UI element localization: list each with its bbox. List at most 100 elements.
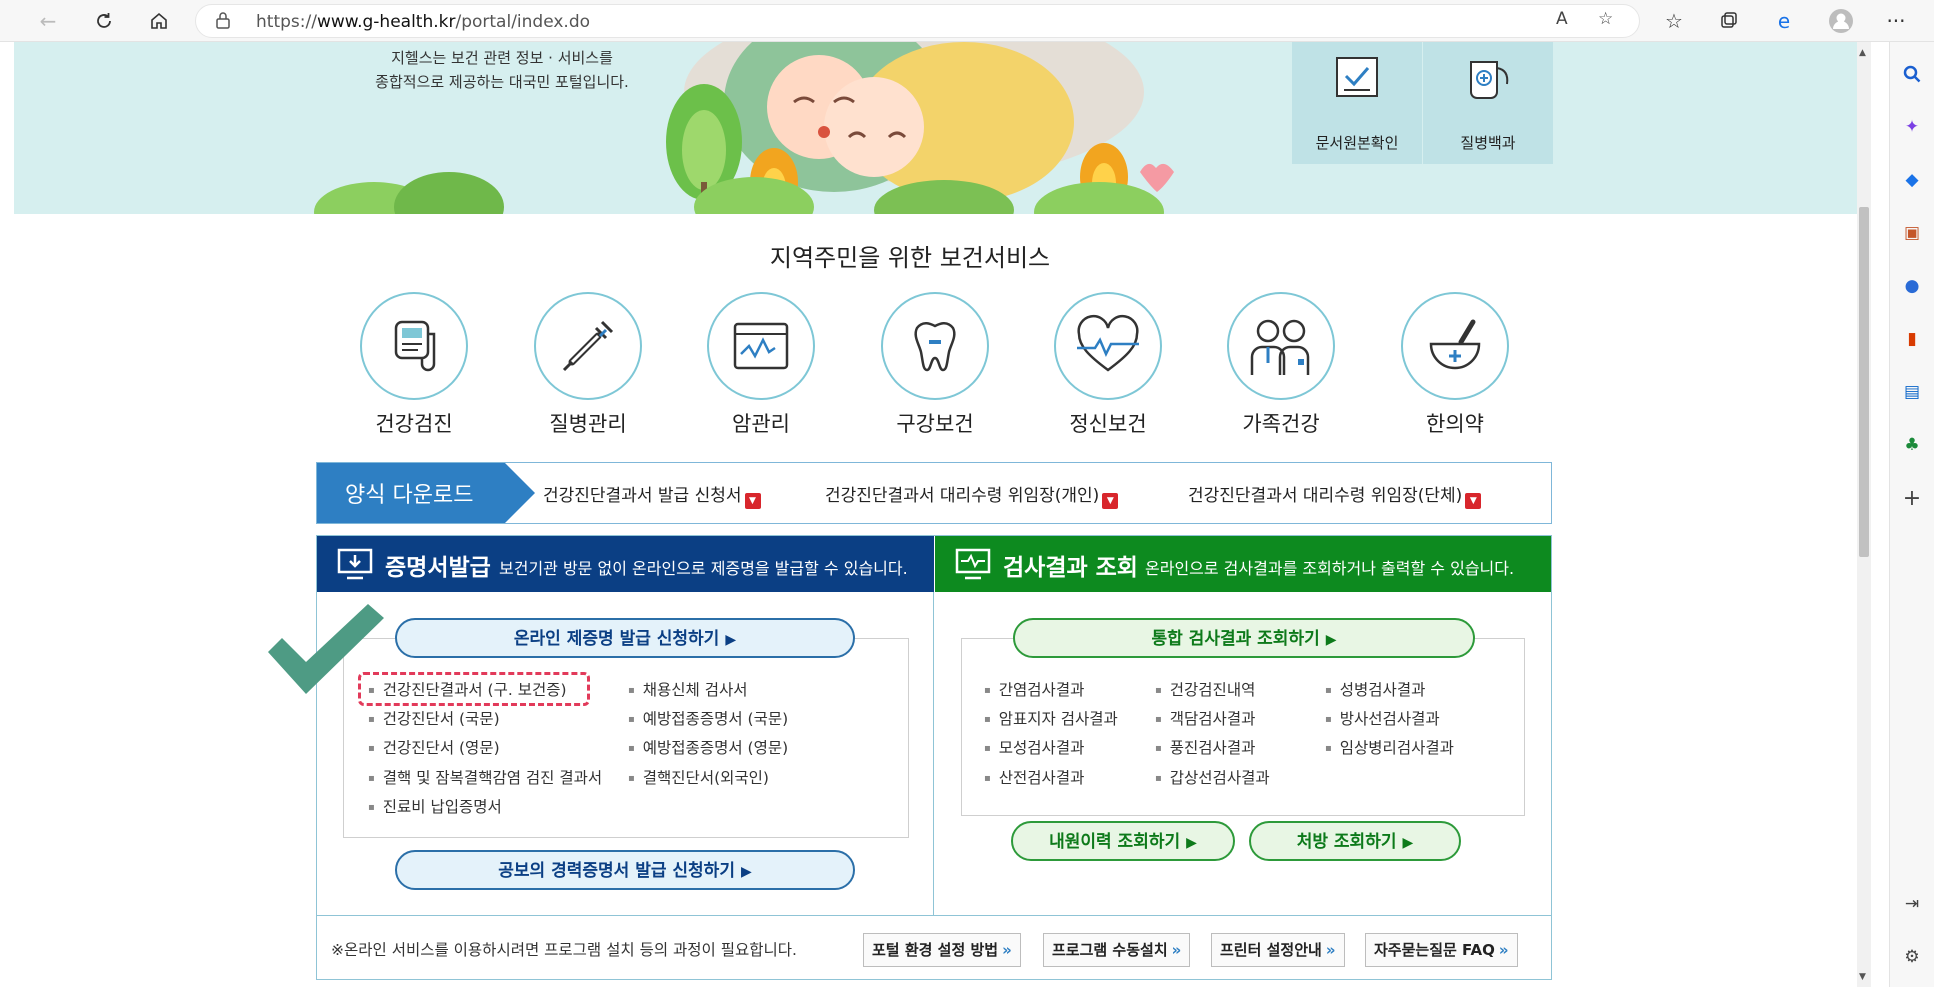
service-mental-health[interactable]: 정신보건 (1053, 292, 1163, 438)
career-button-label: 공보의 경력증명서 발급 신청하기 (498, 861, 735, 881)
favorites-icon[interactable]: ☆ (1658, 6, 1690, 36)
back-arrow-icon[interactable]: ← (32, 6, 64, 36)
ie-mode-icon[interactable]: e (1768, 6, 1800, 36)
result-item-maternal[interactable]: 모성검사결과 (984, 736, 1085, 758)
refresh-icon[interactable] (88, 6, 120, 36)
games-icon[interactable]: ● (1900, 274, 1924, 298)
home-icon[interactable] (143, 6, 175, 36)
page-scrollbar[interactable]: ▲ ▼ (1857, 42, 1871, 987)
result-item-tumor-marker[interactable]: 암표지자 검사결과 (984, 707, 1118, 729)
certificate-subtitle: 보건기관 방문 없이 온라인으로 제증명을 발급할 수 있습니다. (499, 559, 908, 578)
service-health-checkup[interactable]: 건강검진 (359, 292, 469, 438)
search-icon[interactable] (1900, 62, 1924, 86)
service-disease-management[interactable]: 질병관리 (533, 292, 643, 438)
sidebar-toggle-icon[interactable]: ⇥ (1900, 892, 1924, 916)
faq-button[interactable]: 자주묻는질문 FAQ» (1365, 933, 1518, 967)
document-verify-label: 문서원본확인 (1315, 134, 1399, 152)
result-item-pathology[interactable]: 임상병리검사결과 (1325, 736, 1454, 758)
double-chevron-icon: » (1325, 941, 1336, 959)
cert-item-health-english[interactable]: 건강진단서 (영문) (368, 736, 500, 758)
scroll-down-arrow-icon[interactable]: ▼ (1859, 972, 1866, 982)
disease-encyclopedia-label: 질병백과 (1460, 134, 1516, 152)
certificate-header: 증명서발급 보건기관 방문 없이 온라인으로 제증명을 발급할 수 있습니다. (317, 536, 934, 592)
form-download-tag: 양식 다운로드 (317, 463, 505, 523)
banner-line-2: 종합적으로 제공하는 대국민 포털입니다. (375, 73, 629, 91)
more-menu-icon[interactable]: ··· (1880, 6, 1912, 36)
certificate-section: 증명서발급 보건기관 방문 없이 온라인으로 제증명을 발급할 수 있습니다. … (317, 536, 934, 915)
double-chevron-icon: » (1171, 941, 1182, 959)
online-certificate-apply-button[interactable]: 온라인 제증명 발급 신청하기 ▶ (395, 618, 855, 658)
disease-encyclopedia-link[interactable]: 질병백과 (1423, 42, 1553, 164)
shopping-tag-icon[interactable]: ◆ (1900, 168, 1924, 192)
scroll-thumb[interactable] (1859, 207, 1869, 557)
banner-text: 지헬스는 보건 관련 정보 · 서비스를 종합적으로 제공하는 대국민 포털입니… (342, 46, 662, 94)
cert-item-payment[interactable]: 진료비 납입증명서 (368, 795, 502, 817)
add-icon[interactable]: + (1900, 486, 1924, 511)
form-link-proxy-group-label: 건강진단결과서 대리수령 위임장(단체) (1188, 486, 1463, 506)
oral-health-label: 구강보건 (896, 412, 974, 436)
arrow-right-icon: ▶ (1402, 835, 1414, 851)
result-item-hepatitis[interactable]: 간염검사결과 (984, 678, 1085, 700)
pdf-icon: ▼ (1465, 493, 1482, 509)
form-link-proxy-group[interactable]: 건강진단결과서 대리수령 위임장(단체) ▼ (1188, 481, 1482, 509)
career-certificate-button[interactable]: 공보의 경력증명서 발급 신청하기 ▶ (395, 850, 855, 890)
manual-install-button[interactable]: 프로그램 수동설치» (1043, 933, 1191, 967)
document-check-icon (1336, 57, 1378, 97)
service-korean-medicine[interactable]: 한의약 (1400, 292, 1510, 438)
cancer-management-label: 암관리 (732, 412, 790, 436)
result-item-std[interactable]: 성병검사결과 (1325, 678, 1426, 700)
service-oral-health[interactable]: 구강보건 (880, 292, 990, 438)
korean-medicine-label: 한의약 (1426, 412, 1484, 436)
arrow-right-icon: ▶ (1325, 632, 1337, 648)
form-link-proxy-individual[interactable]: 건강진단결과서 대리수령 위임장(개인) ▼ (825, 481, 1119, 509)
cert-item-tb-result[interactable]: 결핵 및 잠복결핵감염 검진 결과서 (368, 766, 602, 788)
outlook-icon[interactable]: ▤ (1900, 380, 1924, 404)
settings-gear-icon[interactable]: ⚙ (1900, 945, 1924, 969)
syringe-icon (562, 320, 614, 372)
result-item-radiology[interactable]: 방사선검사결과 (1325, 707, 1440, 729)
copilot-sparkle-icon[interactable]: ✦ (1900, 115, 1924, 139)
scroll-up-arrow-icon[interactable]: ▲ (1859, 48, 1866, 58)
mental-health-label: 정신보건 (1069, 412, 1147, 436)
result-item-rubella[interactable]: 풍진검사결과 (1155, 736, 1256, 758)
integrated-results-button[interactable]: 통합 검사결과 조회하기 ▶ (1013, 618, 1475, 658)
arrow-right-icon: ▶ (740, 864, 752, 880)
document-verify-link[interactable]: 문서원본확인 (1292, 42, 1422, 164)
cert-item-vaccine-korean[interactable]: 예방접종증명서 (국문) (628, 707, 788, 729)
favorite-star-icon[interactable]: ☆ (1598, 9, 1613, 29)
portal-settings-button[interactable]: 포털 환경 설정 방법» (863, 933, 1021, 967)
visit-history-button[interactable]: 내원이력 조회하기 ▶ (1011, 821, 1235, 861)
checkmark-icon (268, 604, 384, 694)
family-health-label: 가족건강 (1242, 412, 1320, 436)
read-aloud-icon[interactable]: A (1556, 9, 1568, 29)
printer-guide-label: 프린터 설정안내 (1220, 941, 1322, 959)
result-item-prenatal[interactable]: 산전검사결과 (984, 766, 1085, 788)
edge-sidebar: ✦ ◆ ▣ ● ▮ ▤ ♣ + ⇥ ⚙ (1889, 42, 1934, 987)
results-title: 검사결과 조회 (1003, 555, 1138, 581)
cert-item-employment[interactable]: 채용신체 검사서 (628, 678, 748, 700)
office-icon[interactable]: ▮ (1900, 327, 1924, 351)
form-download-bar: 양식 다운로드 건강진단결과서 발급 신청서 ▼ 건강진단결과서 대리수령 위임장… (316, 462, 1552, 524)
form-link-application[interactable]: 건강진단결과서 발급 신청서 ▼ (543, 481, 761, 509)
result-item-thyroid[interactable]: 갑상선검사결과 (1155, 766, 1270, 788)
cert-item-tb-foreigner[interactable]: 결핵진단서(외국인) (628, 766, 769, 788)
tree-icon[interactable]: ♣ (1900, 433, 1924, 457)
collections-icon[interactable] (1713, 6, 1745, 36)
service-family-health[interactable]: 가족건강 (1226, 292, 1336, 438)
printer-guide-button[interactable]: 프린터 설정안내» (1211, 933, 1345, 967)
result-item-sputum[interactable]: 객담검사결과 (1155, 707, 1256, 729)
tools-icon[interactable]: ▣ (1900, 221, 1924, 245)
results-section: 검사결과 조회 온라인으로 검사결과를 조회하거나 출력할 수 있습니다. 통합… (935, 536, 1551, 915)
profile-avatar[interactable] (1825, 6, 1857, 36)
result-item-checkup-history[interactable]: 건강검진내역 (1155, 678, 1256, 700)
prescription-button[interactable]: 처방 조회하기 ▶ (1249, 821, 1461, 861)
cert-item-health-korean[interactable]: 건강진단서 (국문) (368, 707, 500, 729)
tooth-icon (914, 322, 956, 372)
cert-item-vaccine-english[interactable]: 예방접종증명서 (영문) (628, 736, 788, 758)
apply-button-label: 온라인 제증명 발급 신청하기 (513, 629, 720, 649)
visit-button-label: 내원이력 조회하기 (1049, 832, 1181, 852)
address-bar[interactable]: https://www.g-health.kr/portal/index.do … (195, 4, 1640, 38)
heart-pulse-icon (1077, 315, 1139, 372)
service-cancer-management[interactable]: 암관리 (706, 292, 816, 438)
services-title: 지역주민을 위한 보건서비스 (769, 244, 1051, 272)
